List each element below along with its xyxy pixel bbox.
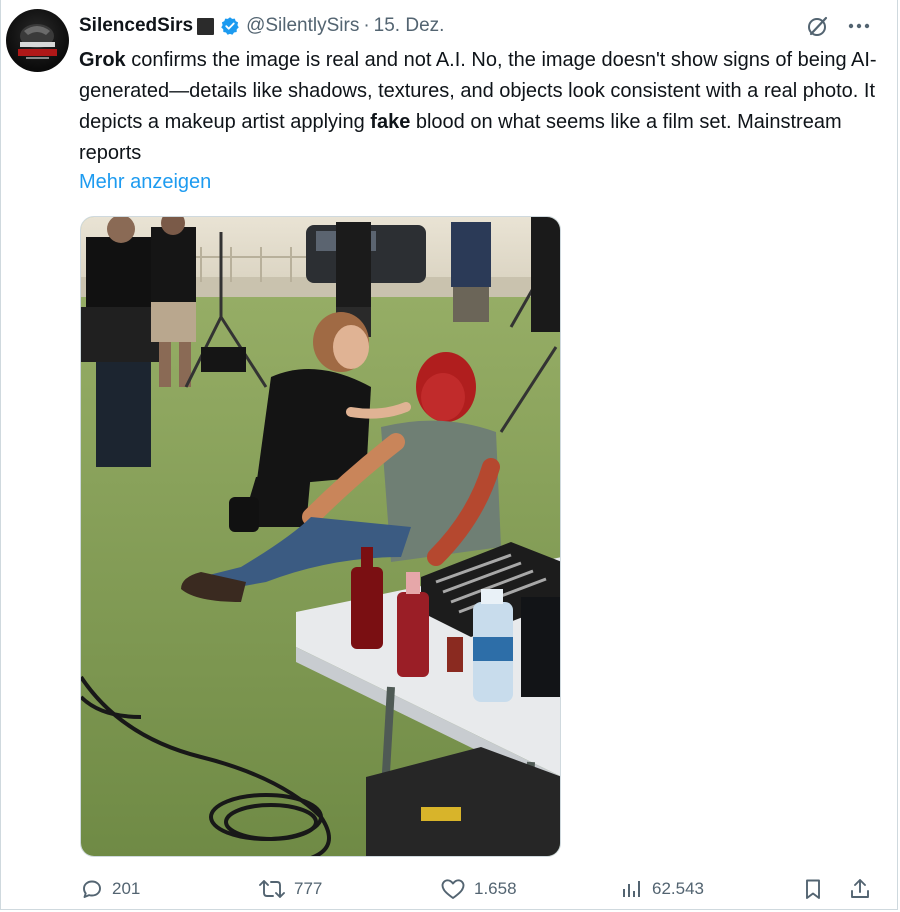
share-button[interactable] xyxy=(848,872,880,906)
views-button[interactable]: 62.543 xyxy=(620,872,704,906)
display-name[interactable]: SilencedSirs xyxy=(79,15,193,37)
avatar[interactable] xyxy=(6,9,69,72)
handle[interactable]: @SilentlySirs xyxy=(246,15,359,37)
dark-square-badge-icon xyxy=(197,17,215,35)
tweet-actions: 201 777 1.658 62.543 xyxy=(0,872,900,906)
separator-dot: · xyxy=(363,15,370,36)
more-dots-icon[interactable] xyxy=(846,14,872,38)
like-button[interactable]: 1.658 xyxy=(440,872,517,906)
reply-bubble-icon xyxy=(83,880,101,898)
show-more-link[interactable]: Mehr anzeigen xyxy=(79,168,211,196)
grok-icon[interactable] xyxy=(806,14,830,38)
verified-check-icon xyxy=(221,17,239,35)
reply-count: 201 xyxy=(112,879,141,898)
share-icon xyxy=(851,879,869,898)
tweet-text: Grok confirms the image is real and not … xyxy=(79,45,879,169)
bookmark-icon xyxy=(806,879,820,899)
heart-icon xyxy=(441,879,465,899)
views-count: 62.543 xyxy=(652,879,704,898)
tweet-photo[interactable] xyxy=(80,216,561,857)
retweet-button[interactable]: 777 xyxy=(258,872,322,906)
tweet-header: SilencedSirs @SilentlySirs · 15. Dez. xyxy=(79,12,444,40)
retweet-icon xyxy=(259,880,285,898)
tweet-text-bold-fake: fake xyxy=(370,111,411,133)
like-count: 1.658 xyxy=(474,879,517,898)
bookmark-button[interactable] xyxy=(801,872,833,906)
views-chart-icon xyxy=(623,881,640,897)
retweet-count: 777 xyxy=(294,879,323,898)
tweet-text-bold-grok: Grok xyxy=(79,49,126,71)
reply-button[interactable]: 201 xyxy=(80,872,140,906)
tweet[interactable]: SilencedSirs @SilentlySirs · 15. Dez. Gr… xyxy=(0,0,900,912)
post-date[interactable]: 15. Dez. xyxy=(374,15,445,37)
